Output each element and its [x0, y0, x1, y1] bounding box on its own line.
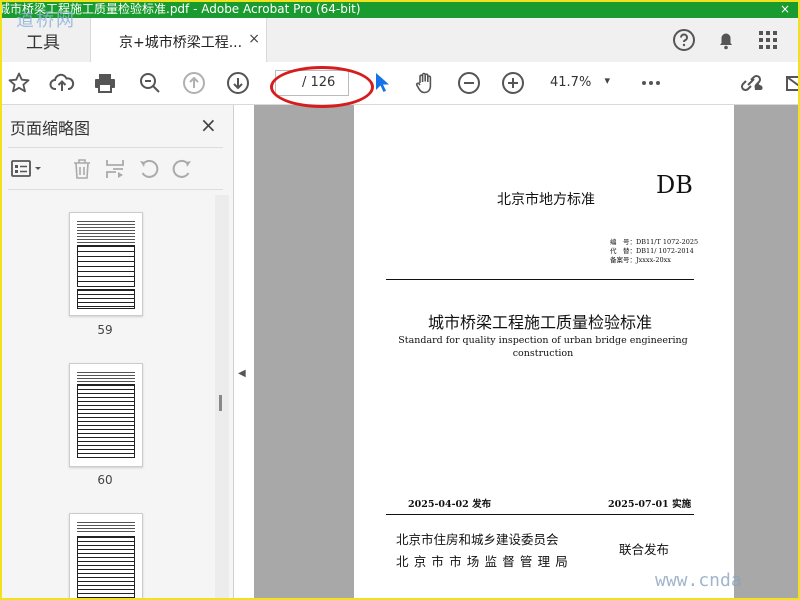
title-bar: 城市桥梁工程施工质量检验标准.pdf - Adobe Acrobat Pro (… [0, 0, 800, 18]
page-rule [386, 514, 694, 515]
page-down-icon[interactable] [225, 70, 251, 96]
thumbnail-list: 59 60 [0, 195, 215, 600]
divider [8, 147, 223, 148]
zoom-select[interactable]: 41.7% ▾ [540, 70, 616, 94]
page-rule [386, 279, 694, 280]
main-toolbar: / 126 41.7% ▾ [0, 62, 800, 105]
document-title-en: Standard for quality inspection of urban… [392, 334, 694, 360]
thumbnail-text [77, 372, 135, 382]
thumbnail-page-number: 60 [97, 473, 113, 487]
code-line: 代 替：DB11/ 1072-2014 [610, 247, 694, 255]
window-close-button[interactable]: × [780, 0, 790, 18]
standard-type: 北京市地方标准 [497, 192, 595, 208]
thumbnail-page-59[interactable] [69, 212, 143, 316]
notification-bell-icon[interactable] [714, 28, 738, 52]
panel-close-button[interactable]: × [200, 113, 217, 137]
panel-title: 页面缩略图 [10, 119, 91, 138]
page-number-annotation-circle [270, 66, 374, 108]
thumbnail-text [77, 522, 135, 534]
divider [8, 189, 223, 190]
thumbnail-page-60[interactable] [69, 363, 143, 467]
scrollbar-thumb[interactable] [219, 395, 222, 411]
watermark-bottom: www.cnda [655, 570, 742, 591]
document-title-cn: 城市桥梁工程施工质量检验标准 [428, 313, 653, 332]
share-link-icon[interactable] [738, 70, 764, 96]
effective-date: 2025-07-01 实施 [608, 499, 692, 510]
document-right-margin [734, 105, 796, 600]
zoom-value: 41.7% [550, 75, 592, 90]
document-page: 北京市地方标准 DB 编 号：DB11/T 1072-2025 代 替：DB11… [354, 105, 734, 600]
zoom-plus-icon[interactable] [500, 70, 526, 96]
code-line: 编 号：DB11/T 1072-2025 [610, 238, 699, 246]
watermark-top: 道桥网 [16, 10, 76, 31]
thumbnail-table [77, 245, 135, 287]
insert-page-icon[interactable] [103, 157, 127, 181]
thumbnail-scrollbar[interactable] [215, 195, 229, 600]
page-up-icon[interactable] [181, 70, 207, 96]
zoom-minus-icon[interactable] [456, 70, 482, 96]
tab-document-label: 京+城市桥梁工程... [119, 35, 243, 51]
standard-codes: 编 号：DB11/T 1072-2025 代 替：DB11/ 1072-2014… [610, 238, 698, 265]
collapse-panel-icon[interactable]: ◀ [238, 368, 246, 379]
title-en-line: Standard for quality inspection of urban… [398, 335, 688, 346]
tab-document[interactable]: 京+城市桥梁工程... × [90, 18, 267, 63]
tab-document-close-button[interactable]: × [248, 31, 260, 47]
joint-issue-label: 联合发布 [619, 542, 670, 557]
thumbnail-page-number: 59 [97, 323, 113, 337]
thumbnail-page-61[interactable] [69, 513, 143, 600]
title-en-line: construction [512, 348, 574, 359]
thumbnail-table [77, 536, 135, 600]
db-label: DB [656, 171, 693, 199]
help-icon[interactable] [672, 28, 696, 52]
rotate-ccw-icon[interactable] [137, 157, 161, 181]
code-line: 备案号：Jxxxx-20xx [610, 256, 671, 264]
thumbnails-panel: 页面缩略图 × 59 60 [0, 105, 234, 600]
apps-grid-icon[interactable] [756, 28, 780, 52]
email-icon[interactable] [782, 70, 800, 96]
thumbnail-text [77, 221, 135, 243]
thumbnail-table [77, 384, 135, 458]
issuer-2: 北京市市场监督管理局 [396, 554, 574, 569]
publish-date: 2025-04-02 发布 [408, 499, 492, 510]
chevron-down-icon[interactable]: ▾ [604, 74, 610, 87]
zoom-out-search-icon[interactable] [137, 70, 163, 96]
tab-bar: 工具 京+城市桥梁工程... × [0, 18, 800, 63]
hand-tool-icon[interactable] [412, 70, 438, 96]
star-icon[interactable] [6, 70, 32, 96]
print-icon[interactable] [92, 70, 118, 96]
thumbnail-options-icon[interactable] [10, 157, 46, 181]
rotate-cw-icon[interactable] [170, 157, 194, 181]
issuer-1: 北京市住房和城乡建设委员会 [396, 532, 559, 547]
upload-cloud-icon[interactable] [49, 70, 75, 96]
more-icon[interactable] [638, 70, 664, 96]
delete-page-icon[interactable] [70, 157, 94, 181]
thumbnail-table [77, 289, 135, 309]
